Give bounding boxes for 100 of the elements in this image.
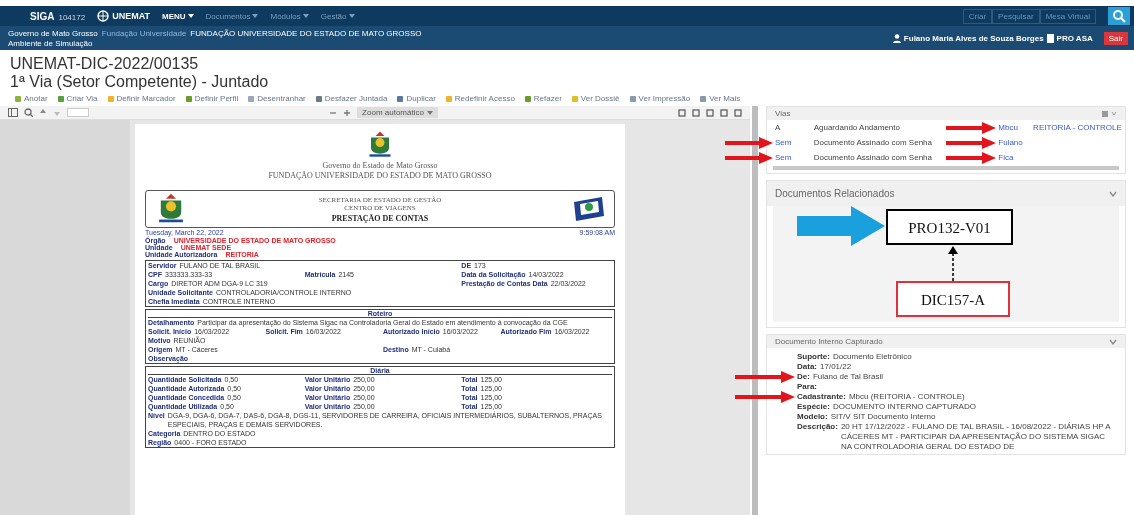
zoom-dropdown[interactable]: Zoom automático <box>357 107 438 118</box>
field-label: Para: <box>797 382 817 392</box>
panel-title: Documento Interno Capturado <box>775 337 883 346</box>
menu-dropdown[interactable]: Módulos <box>270 11 301 21</box>
document-code: UNEMAT-DIC-2022/00135 <box>10 55 200 73</box>
field-value: Mbcu (REITORIA - CONTROLE) <box>848 392 966 402</box>
action-icon <box>184 94 193 103</box>
toolbar-button[interactable]: Ver Mais <box>699 94 741 103</box>
header-text: Governo do Estado de Mato Grosso <box>322 161 438 170</box>
caret-icon <box>348 14 355 18</box>
nav-button[interactable]: Criar <box>962 8 993 24</box>
table-link[interactable]: REITORIA - CONTROLE <box>1033 123 1122 132</box>
annotation-arrow <box>725 151 773 164</box>
caret-icon[interactable] <box>1109 190 1117 197</box>
field-label: Cadastrante: <box>797 392 846 402</box>
action-icon <box>396 94 405 103</box>
node-label: DIC157-A <box>920 292 986 308</box>
toolbar-button[interactable]: Desfazer Juntada <box>314 94 388 103</box>
environment-label: Ambiente de Simulação <box>8 38 93 48</box>
toolbar-button[interactable]: Redefinir Acesso <box>444 94 515 103</box>
panel-controls-icon[interactable] <box>1101 109 1117 118</box>
flag-icon <box>572 196 606 222</box>
toolbar-button[interactable]: Ver Impressão <box>628 94 691 103</box>
search-icon[interactable] <box>24 108 33 117</box>
table-link[interactable]: Mbcu <box>998 123 1018 132</box>
nav-button[interactable]: Pesquisar <box>992 8 1040 24</box>
caret-icon <box>302 14 309 18</box>
horizontal-scrollbar[interactable] <box>773 166 1119 170</box>
brand-logo[interactable]: SIGA <box>30 10 55 22</box>
table-link[interactable]: Fulano <box>998 138 1023 147</box>
user-icon <box>892 33 901 43</box>
globe-icon <box>97 10 110 22</box>
toolbar-button[interactable]: Refazer <box>523 94 562 103</box>
user-name: Fulano Maria Alves de Souza Borges <box>903 33 1044 43</box>
panel-title: Vias <box>775 109 791 118</box>
annotation-arrow <box>946 136 997 149</box>
action-icon <box>106 94 115 103</box>
toolbar-button[interactable]: Duplicar <box>396 94 436 103</box>
menu-dropdown[interactable]: MENU <box>162 11 186 21</box>
toolbar-button[interactable]: Anotar <box>14 94 48 103</box>
field-value: SIT/V SIT Documento Interno <box>830 412 937 422</box>
toolbar-button[interactable]: Definir Marcador <box>106 94 176 103</box>
scrollbar[interactable] <box>752 106 758 515</box>
caret-icon[interactable] <box>1109 338 1117 345</box>
caret-icon <box>187 14 194 18</box>
page-number-field[interactable] <box>67 108 89 117</box>
field-value: Fulano de Tal Brasil <box>812 372 884 382</box>
menu-dropdown[interactable]: Gestão <box>320 11 347 21</box>
toolbar-button[interactable]: Definir Perfil <box>184 94 239 103</box>
toolbar-button[interactable]: Ver Dossiê <box>570 94 620 103</box>
action-icon <box>628 94 637 103</box>
organization-name: Governo de Mato Grosso <box>8 28 98 38</box>
action-icon <box>444 94 453 103</box>
field-label: Modelo: <box>797 412 828 422</box>
document-subtitle: 1ª Via (Setor Competente) - Juntado <box>10 73 270 91</box>
lotation-label: PRO ASA <box>1056 33 1093 43</box>
toolbar-button[interactable]: Criar Via <box>56 94 98 103</box>
toolbar-button[interactable]: Desentranhar <box>247 94 306 103</box>
version-label: 104172 <box>58 12 86 22</box>
breadcrumb-link[interactable]: Fundação Universidade <box>101 28 187 38</box>
table-cell: Documento Assinado com Senha <box>813 153 932 162</box>
field-label: Espécie: <box>797 402 830 412</box>
annotation-arrow <box>735 371 795 383</box>
organization-logo: UNEMAT <box>112 11 150 21</box>
table-link[interactable]: Fica <box>998 153 1014 162</box>
node-box[interactable] <box>896 281 1010 317</box>
action-icon <box>699 94 708 103</box>
logout-button[interactable]: Sair <box>1103 31 1128 45</box>
form-title: PRESTAÇÃO DE CONTAS <box>331 213 429 223</box>
field-label: Suporte: <box>797 352 830 362</box>
field-value: 17/01/22 <box>820 362 853 372</box>
table-link[interactable]: Sem <box>775 153 792 162</box>
node-box[interactable] <box>886 209 1013 245</box>
field-label: Descrição: <box>797 422 838 433</box>
table-link[interactable]: Sem <box>775 138 792 147</box>
action-icon <box>314 94 323 103</box>
action-icon <box>247 94 256 103</box>
table-cell: Aguardando Andamento <box>813 123 900 132</box>
action-icon <box>14 94 22 103</box>
caret-icon <box>426 110 433 115</box>
header-text: FUNDAÇÃO UNIVERSIDADE DO ESTADO DE MATO GROSSO <box>268 171 492 180</box>
search-icon[interactable] <box>1108 7 1130 25</box>
panel-title: Documentos Relacionados <box>775 188 895 199</box>
annotation-arrow <box>946 121 997 134</box>
unit-name: FUNDAÇÃO UNIVERSIDADE DO ESTADO DE MATO GROSSO <box>190 28 422 38</box>
nav-button[interactable]: Mesa Virtual <box>1039 8 1096 24</box>
annotation-arrow <box>725 136 773 149</box>
zoom-in-icon[interactable] <box>343 108 352 117</box>
action-icon <box>523 94 532 103</box>
dependency-arrow <box>948 246 958 282</box>
building-icon <box>1046 33 1054 43</box>
field-value: Documento Eletrônico <box>832 352 913 362</box>
menu-dropdown[interactable]: Documentos <box>205 11 251 21</box>
node-label: PRO132-V01 <box>908 220 991 236</box>
annotation-arrow <box>735 391 795 403</box>
field-value: 20 HT 17/12/2022 - FULANO DE TAL BRASIL - 16/08/2022 - DIÁRIAS HP A CÁCERES MT - PARTICIPAR DA APRESENTAÇÃO DO SISTEMA SIGAC NA CONTROLADORIA GERAL DO ESTADO DE <box>840 422 1112 452</box>
action-icon <box>570 94 579 103</box>
field-value: DOCUMENTO INTERNO CAPTURADO <box>832 402 977 412</box>
field-label: Data: <box>797 362 817 372</box>
sidebar-toggle-icon[interactable] <box>8 108 18 117</box>
